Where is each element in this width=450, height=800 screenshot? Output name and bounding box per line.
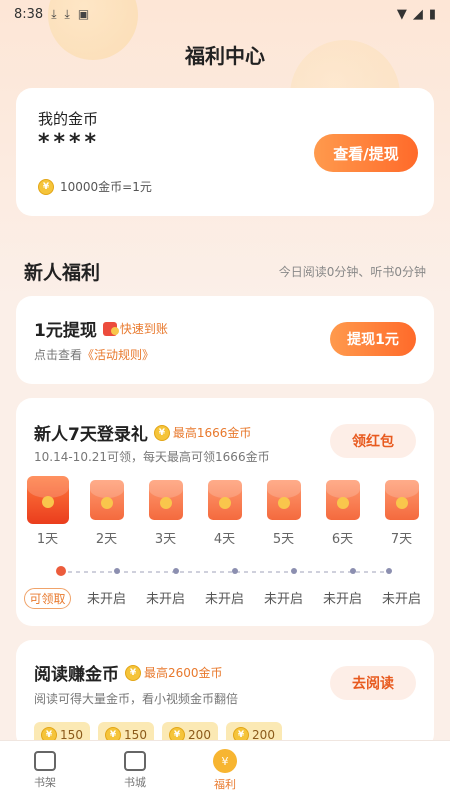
login-days-row: 1天 2天 3天 4天 5天 6天 7天 xyxy=(18,476,432,547)
tab-label: 书架 xyxy=(34,776,56,789)
day-item[interactable]: 1天 xyxy=(18,476,77,547)
max-coins-label: 最高1666金币 xyxy=(172,426,252,440)
timeline-dot xyxy=(173,568,179,574)
coins-label: 我的金币 xyxy=(38,110,99,128)
day-status: 未开启 xyxy=(322,592,362,607)
bottom-tab-bar: 书架 书城 ¥ 福利 xyxy=(0,740,450,800)
day-label: 7天 xyxy=(390,532,413,547)
day-label: 1天 xyxy=(36,532,59,547)
coin-icon: ¥ xyxy=(125,664,141,681)
timeline-dot xyxy=(232,568,238,574)
red-envelope-icon xyxy=(26,476,69,524)
red-envelope-icon xyxy=(266,480,301,520)
claim-red-envelope-button[interactable]: 领红包 xyxy=(330,424,416,458)
tab-bookstore[interactable]: 书城 xyxy=(90,741,180,800)
day-status: 未开启 xyxy=(145,592,185,607)
section-subtitle: 今日阅读0分钟、听书0分钟 xyxy=(278,265,426,279)
signal-icon: ◢ xyxy=(412,6,423,22)
reading-desc: 阅读可得大量金币，看小视频金币翻倍 xyxy=(34,692,239,706)
book-icon xyxy=(124,751,146,771)
max-coins-tag: ¥ 最高2600金币 xyxy=(125,664,223,681)
exchange-rate: ¥ 10000金币=1元 xyxy=(38,178,152,195)
timeline-dot xyxy=(291,568,297,574)
tab-label: 书城 xyxy=(124,776,146,789)
status-time: 8:38 xyxy=(14,6,44,22)
timeline-dot xyxy=(350,568,356,574)
day-item[interactable]: 7天 xyxy=(372,480,431,547)
progress-timeline xyxy=(60,571,390,573)
login-desc: 10.14-10.21可领，每天最高可领1666金币 xyxy=(34,450,270,464)
login-title-row: 新人7天登录礼 ¥ 最高1666金币 xyxy=(34,420,251,445)
withdraw-card: 1元提现 快速到账 点击查看《活动规则》 提现1元 xyxy=(16,296,434,384)
go-read-button[interactable]: 去阅读 xyxy=(330,666,416,700)
tab-welfare[interactable]: ¥ 福利 xyxy=(180,741,270,800)
tab-bookshelf[interactable]: 书架 xyxy=(0,741,90,800)
day-status: 未开启 xyxy=(263,592,303,607)
reading-title-row: 阅读赚金币 ¥ 最高2600金币 xyxy=(34,660,223,685)
timeline-dot xyxy=(114,568,120,574)
day-label: 6天 xyxy=(331,532,354,547)
day-item[interactable]: 3天 xyxy=(136,480,195,547)
day-status: 未开启 xyxy=(204,592,244,607)
claimable-status[interactable]: 可领取 xyxy=(24,588,71,609)
timeline-dot xyxy=(56,566,66,576)
day-item[interactable]: 6天 xyxy=(313,480,372,547)
day-status-row: 可领取 未开启 未开启 未开启 未开启 未开启 未开启 xyxy=(18,588,432,609)
status-bar: 8:38 ⤓ ⤓ ▣ ▼ ◢ ▮ xyxy=(0,0,450,28)
withdraw-title-row: 1元提现 快速到账 xyxy=(34,316,168,341)
page-title: 福利中心 xyxy=(185,44,265,68)
my-coins-card: 我的金币 **** ¥ 10000金币=1元 查看/提现 xyxy=(16,88,434,216)
day-item[interactable]: 2天 xyxy=(77,480,136,547)
red-envelope-icon xyxy=(148,480,183,520)
day-label: 3天 xyxy=(154,532,177,547)
login-title: 新人7天登录礼 xyxy=(34,425,148,445)
red-envelope-icon xyxy=(325,480,360,520)
fast-arrival-label: 快速到账 xyxy=(119,322,168,336)
withdraw-1-yuan-button[interactable]: 提现1元 xyxy=(330,322,416,356)
red-envelope-icon xyxy=(207,480,242,520)
download-icon: ⤓ xyxy=(64,6,70,21)
red-envelope-icon xyxy=(102,321,119,336)
day-label: 4天 xyxy=(213,532,236,547)
app-notification-icon: ▣ xyxy=(77,7,90,21)
day-status: 未开启 xyxy=(381,592,421,607)
download-icon: ⤓ xyxy=(51,6,57,21)
fast-arrival-tag: 快速到账 xyxy=(102,320,168,337)
red-envelope-icon xyxy=(384,480,419,520)
max-coins-tag: ¥ 最高1666金币 xyxy=(153,424,252,441)
exchange-rate-text: 10000金币=1元 xyxy=(60,180,152,194)
red-envelope-icon xyxy=(89,480,124,520)
coin-icon: ¥ xyxy=(38,178,54,195)
section-title: 新人福利 xyxy=(24,262,101,284)
coin-icon: ¥ xyxy=(153,424,170,441)
max-coins-label: 最高2600金币 xyxy=(144,666,223,680)
day-item[interactable]: 4天 xyxy=(195,480,254,547)
day-item[interactable]: 5天 xyxy=(254,480,313,547)
coins-value: **** xyxy=(38,130,101,155)
wifi-icon: ▼ xyxy=(396,6,407,22)
withdraw-title: 1元提现 xyxy=(34,321,97,341)
day-status: 未开启 xyxy=(86,592,126,607)
battery-icon: ▮ xyxy=(428,6,436,22)
withdraw-desc-text: 点击查看 xyxy=(34,348,83,362)
tab-label: 福利 xyxy=(214,778,236,791)
reading-title: 阅读赚金币 xyxy=(34,665,119,685)
bookshelf-icon xyxy=(34,751,56,771)
day-label: 5天 xyxy=(272,532,295,547)
day-label: 2天 xyxy=(95,532,118,547)
view-withdraw-button[interactable]: 查看/提现 xyxy=(314,134,418,172)
activity-rules-link[interactable]: 《活动规则》 xyxy=(82,348,154,362)
timeline-dot xyxy=(386,568,392,574)
coin-icon: ¥ xyxy=(213,749,237,773)
withdraw-desc: 点击查看《活动规则》 xyxy=(34,346,154,363)
